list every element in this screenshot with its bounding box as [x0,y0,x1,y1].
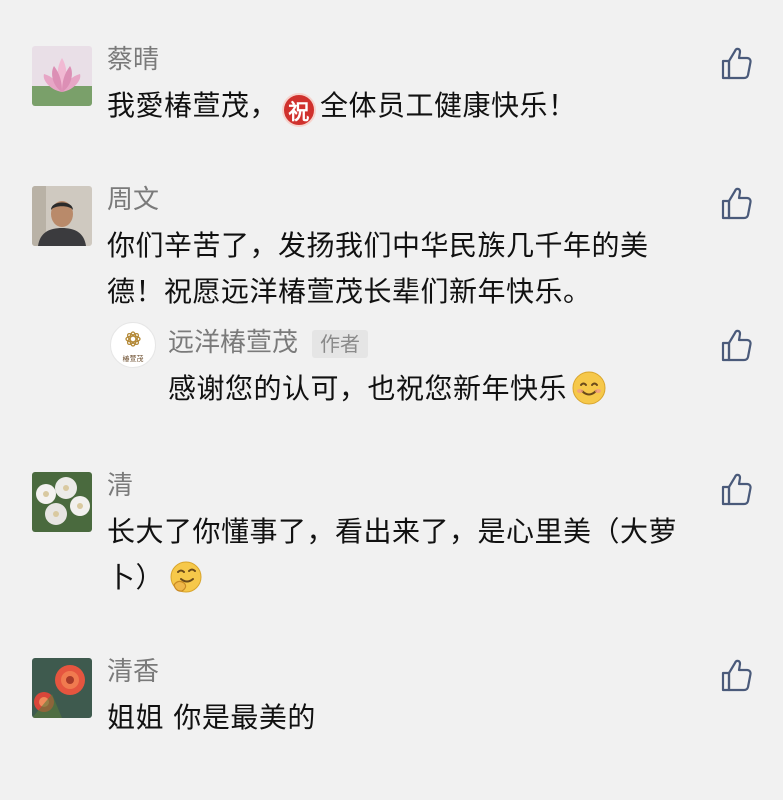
commenter-name[interactable]: 蔡晴 [107,44,159,76]
like-icon[interactable] [720,328,752,362]
reply-text-content: 感谢您的认可，也祝您新年快乐 [168,372,568,405]
commenter-name[interactable]: 清 [107,470,133,502]
reply-author-label: 远洋椿萱茂 [168,328,299,358]
commenter-name[interactable]: 周文 [107,184,159,216]
blessing-sticker: 祝 [282,93,317,127]
comment-text-part: 我愛椿萱茂， [107,89,279,122]
comment-text-line: 长大了你懂事了，看出来了，是心里美（大萝 [107,515,678,548]
comment-text: 我愛椿萱茂，祝全体员工健康快乐！ [107,83,577,129]
smile-emoji [571,370,607,420]
author-badge: 作者 [312,329,369,358]
like-icon[interactable] [720,186,752,220]
red-flower-avatar[interactable] [32,658,92,718]
commenter-name[interactable]: 清香 [107,656,159,688]
comment-text-content: 卜） [107,561,165,594]
reply-author-name[interactable]: 远洋椿萱茂 作者 [168,327,369,359]
comment-text: 姐姐 你是最美的 [107,701,316,734]
comment-text-part: 全体员工健康快乐！ [320,89,577,122]
comment-item: 蔡晴 我愛椿萱茂，祝全体员工健康快乐！ [0,0,783,150]
lotus-avatar[interactable] [32,46,92,106]
comment-text-line: 德！祝愿远洋椿萱茂长辈们新年快乐。 [107,275,592,308]
like-icon[interactable] [720,472,752,506]
giggle-emoji [168,559,204,609]
flowers-avatar[interactable] [32,472,92,532]
like-icon[interactable] [720,658,752,692]
comment-text-line: 卜） [107,555,204,609]
comment-text-line: 你们辛苦了，发扬我们中华民族几千年的美 [107,229,649,262]
author-logo-text: 椿萱茂 [123,354,144,363]
author-logo-avatar[interactable]: 椿萱茂 [110,322,156,368]
reply-text: 感谢您的认可，也祝您新年快乐 [168,366,607,420]
like-icon[interactable] [720,46,752,80]
man-avatar[interactable] [32,186,92,246]
